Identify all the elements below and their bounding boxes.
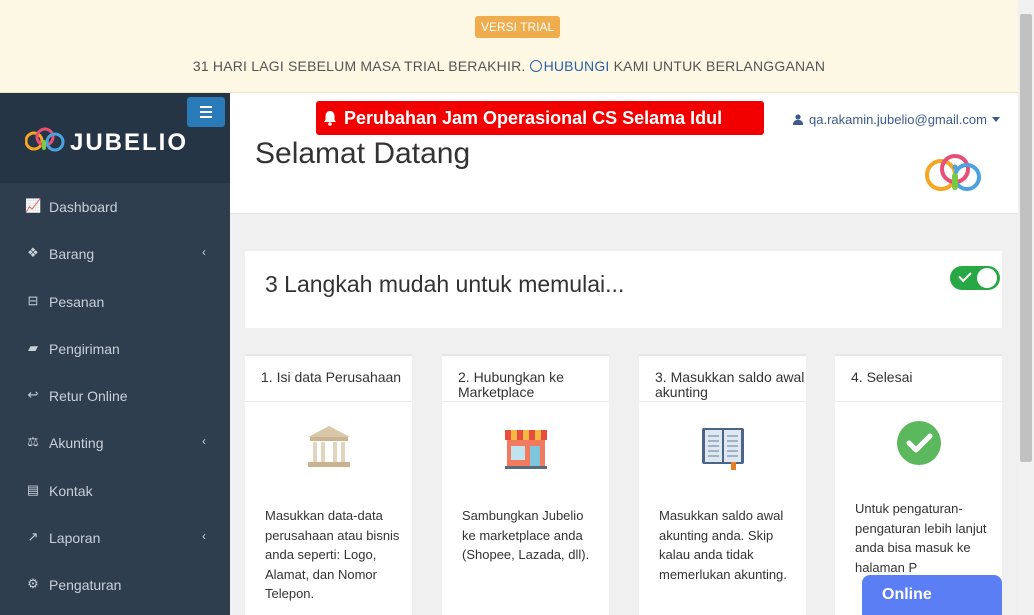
getting-started-toggle[interactable] (950, 266, 1000, 290)
step-card-company[interactable]: 1. Isi data Perusahaan Masukkan data-dat… (245, 354, 412, 615)
step-card-accounting[interactable]: 3. Masukkan saldo awal akunting Masukkan… (639, 354, 806, 615)
reply-icon: ↩ (27, 387, 39, 403)
truck-icon: ▰ (28, 339, 38, 355)
ledger-book-icon (701, 428, 744, 470)
sidebar-item-pengiriman[interactable]: ▰ Pengiriman (0, 325, 230, 372)
check-icon (958, 268, 972, 283)
caret-down-icon (991, 117, 1000, 122)
trial-message-suffix: KAMI UNTUK BERLANGGANAN (613, 58, 826, 74)
contact-link-label: HUBUNGI (543, 58, 610, 74)
trial-badge: VERSI TRIAL (475, 16, 561, 38)
jubelio-brand-icon (925, 154, 981, 191)
basket-icon: ⊟ (27, 292, 39, 308)
sidebar-item-label: Barang (49, 246, 95, 263)
page-scrollbar[interactable] (1018, 0, 1034, 615)
main-header: Perubahan Jam Operasional CS Selama Idul… (230, 93, 1018, 214)
step-card-text: Untuk pengaturan-pengaturan lebih lanjut… (855, 501, 987, 575)
sidebar-header: JUBELIO (0, 93, 230, 183)
cogs-icon: ⚙ (27, 576, 39, 592)
getting-started-title: 3 Langkah mudah untuk memulai... (265, 271, 625, 297)
toggle-knob (977, 268, 997, 288)
user-icon (793, 113, 803, 125)
step-card-title: 1. Isi data Perusahaan (245, 356, 412, 402)
sidebar-item-label: Laporan (49, 530, 101, 547)
step-card-marketplace[interactable]: 2. Hubungkan ke Marketplace Sambungkan J… (442, 354, 609, 615)
cubes-icon: ❖ (27, 245, 39, 261)
scrollbar-thumb[interactable] (1020, 14, 1032, 462)
sidebar-item-pesanan[interactable]: ⊟ Pesanan (0, 278, 230, 325)
hamburger-icon (200, 106, 212, 108)
check-circle-icon (896, 421, 941, 465)
bank-building-icon (307, 426, 350, 467)
bell-icon (324, 111, 336, 126)
chevron-left-icon: ‹ (202, 245, 206, 260)
step-card-text: Masukkan saldo awal akunting anda. Skip … (659, 508, 787, 582)
contact-link[interactable]: HUBUNGI (529, 58, 610, 74)
step-card-title: 2. Hubungkan ke Marketplace (442, 356, 609, 402)
step-card-title: 3. Masukkan saldo awal akunting (639, 356, 806, 402)
sidebar-item-label: Kontak (49, 482, 93, 499)
sidebar-item-dashboard[interactable]: 📈 Dashboard (0, 183, 230, 230)
sidebar-item-retur-online[interactable]: ↩ Retur Online (0, 372, 230, 419)
getting-started-panel: 3 Langkah mudah untuk memulai... (245, 251, 1002, 328)
sidebar-item-label: Pesanan (49, 293, 105, 310)
step-card-title: 4. Selesai (835, 356, 1002, 402)
address-card-icon: ▤ (26, 481, 40, 497)
trial-message: 31 HARI LAGI SEBELUM MASA TRIAL BERAKHIR… (0, 58, 1018, 74)
trial-message-text: 31 HARI LAGI SEBELUM MASA TRIAL BERAKHIR… (192, 58, 526, 74)
user-menu[interactable]: qa.rakamin.jubelio@gmail.com (793, 112, 1000, 127)
sidebar-item-label: Pengaturan (49, 577, 122, 594)
balance-scale-icon: ⚖ (27, 434, 39, 450)
sidebar-nav: 📈 Dashboard ❖ Barang ‹ ⊟ Pesanan ▰ Pengi… (0, 183, 230, 609)
step-card-text: Masukkan data-data perusahaan atau bisni… (265, 508, 400, 601)
line-chart-icon: ↗ (27, 529, 39, 545)
page-title: Selamat Datang (255, 137, 471, 170)
sidebar: JUBELIO 📈 Dashboard ❖ Barang ‹ ⊟ Pesanan… (0, 93, 230, 615)
chevron-left-icon: ‹ (202, 529, 206, 544)
store-icon (504, 430, 547, 469)
sidebar-item-label: Pengiriman (49, 340, 120, 357)
sidebar-item-akunting[interactable]: ⚖ Akunting ‹ (0, 419, 230, 466)
announcement-banner[interactable]: Perubahan Jam Operasional CS Selama Idul… (316, 101, 764, 162)
sidebar-item-label: Dashboard (49, 199, 118, 215)
brand-name: JUBELIO (70, 129, 189, 156)
hamburger-line (200, 111, 212, 113)
sidebar-item-label: Retur Online (49, 388, 128, 405)
sidebar-item-laporan[interactable]: ↗ Laporan ‹ (0, 514, 230, 561)
online-chat-button[interactable]: Online (862, 575, 1002, 615)
sidebar-item-pengaturan[interactable]: ⚙ Pengaturan (0, 561, 230, 608)
trial-banner: VERSI TRIAL 31 HARI LAGI SEBELUM MASA TR… (0, 0, 1018, 93)
hamburger-line (200, 116, 212, 118)
jubelio-logo-icon (25, 127, 65, 152)
step-card-text: Sambungkan Jubelio ke marketplace anda (… (462, 508, 590, 562)
user-email: qa.rakamin.jubelio@gmail.com (809, 112, 987, 127)
chevron-left-icon: ‹ (202, 434, 206, 449)
sidebar-item-barang[interactable]: ❖ Barang ‹ (0, 230, 230, 277)
sidebar-item-label: Akunting (49, 435, 104, 452)
sidebar-toggle-button[interactable] (187, 97, 225, 127)
sidebar-item-kontak[interactable]: ▤ Kontak (0, 467, 230, 514)
whatsapp-icon (529, 60, 542, 72)
area-chart-icon: 📈 (25, 198, 42, 213)
